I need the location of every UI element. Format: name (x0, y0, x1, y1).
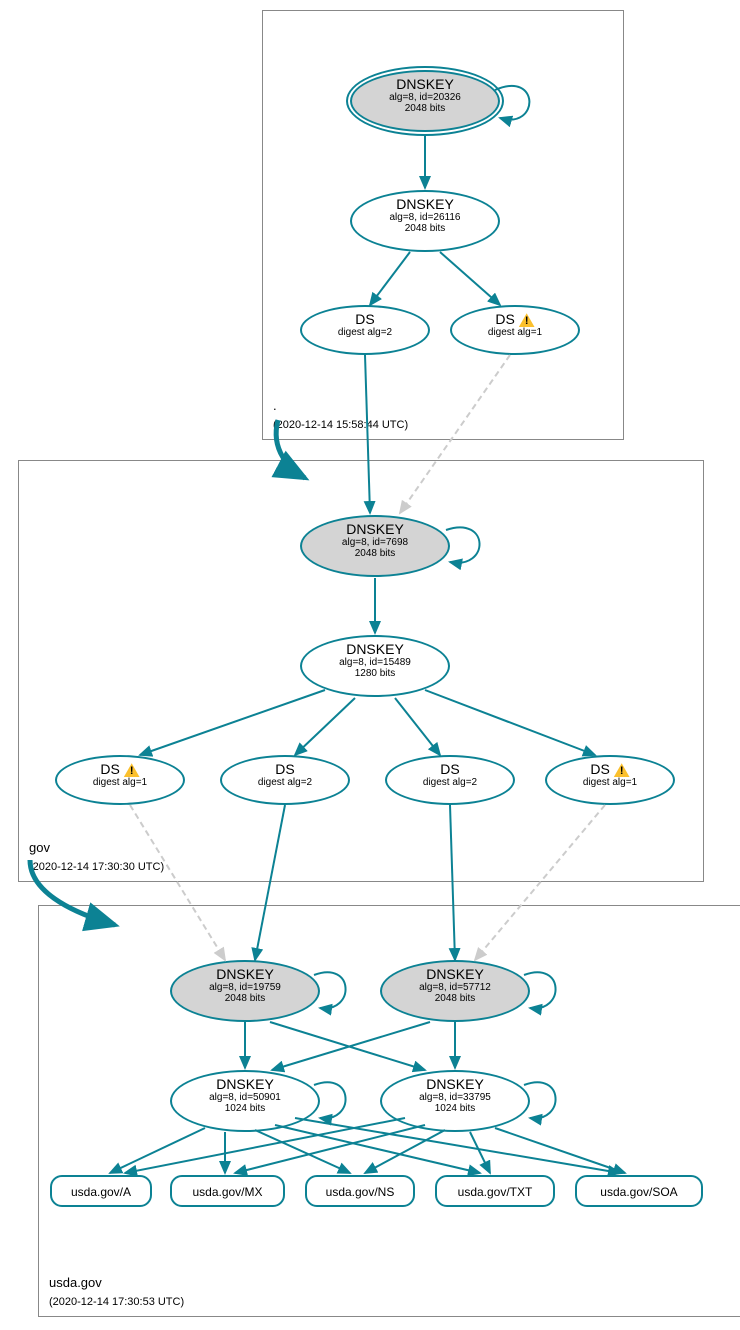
node-title: DS ! (67, 761, 173, 777)
dnskey-node: DNSKEY alg=8, id=26116 2048 bits (350, 190, 500, 252)
node-title: DNSKEY (392, 966, 518, 982)
zone-gov-timestamp: (2020-12-14 17:30:30 UTC) (29, 861, 164, 873)
node-sub: 2048 bits (392, 993, 518, 1004)
node-title: DS ! (557, 761, 663, 777)
zone-root-timestamp: (2020-12-14 15:58:44 UTC) (273, 419, 408, 431)
node-sub: 1024 bits (392, 1103, 518, 1114)
dnskey-node: DNSKEY alg=8, id=50901 1024 bits (170, 1070, 320, 1132)
ds-node-warn: DS ! digest alg=1 (450, 305, 580, 355)
dnskey-node: DNSKEY alg=8, id=19759 2048 bits (170, 960, 320, 1022)
zone-root-label: . (273, 398, 277, 413)
rr-node: usda.gov/NS (305, 1175, 415, 1207)
node-sub: alg=8, id=57712 (392, 982, 518, 993)
dnskey-node: DNSKEY alg=8, id=7698 2048 bits (300, 515, 450, 577)
rr-label: usda.gov/MX (192, 1185, 262, 1199)
node-title: DNSKEY (312, 521, 438, 537)
dnskey-node: DNSKEY alg=8, id=33795 1024 bits (380, 1070, 530, 1132)
dnskey-node: DNSKEY alg=8, id=15489 1280 bits (300, 635, 450, 697)
node-sub: alg=8, id=26116 (362, 212, 488, 223)
dnskey-node: DNSKEY alg=8, id=20326 2048 bits (350, 70, 500, 132)
rr-label: usda.gov/TXT (458, 1185, 533, 1199)
node-title: DS (397, 761, 503, 777)
node-sub: alg=8, id=50901 (182, 1092, 308, 1103)
node-sub: digest alg=1 (462, 327, 568, 338)
node-sub: digest alg=2 (312, 327, 418, 338)
ds-title: DS (590, 761, 609, 777)
rr-node: usda.gov/SOA (575, 1175, 703, 1207)
node-title: DNSKEY (182, 1076, 308, 1092)
rr-label: usda.gov/SOA (600, 1185, 677, 1199)
node-sub: alg=8, id=33795 (392, 1092, 518, 1103)
ds-node: DS digest alg=2 (300, 305, 430, 355)
ds-node-warn: DS ! digest alg=1 (55, 755, 185, 805)
node-sub: alg=8, id=19759 (182, 982, 308, 993)
node-title: DNSKEY (362, 196, 488, 212)
node-sub: alg=8, id=20326 (362, 92, 488, 103)
node-title: DS (232, 761, 338, 777)
node-sub: digest alg=1 (557, 777, 663, 788)
node-title: DS (312, 311, 418, 327)
warning-icon: ! (614, 763, 630, 777)
node-sub: alg=8, id=15489 (312, 657, 438, 668)
rr-node: usda.gov/A (50, 1175, 152, 1207)
node-sub: 1024 bits (182, 1103, 308, 1114)
node-sub: 2048 bits (182, 993, 308, 1004)
node-sub: 2048 bits (312, 548, 438, 559)
zone-usda-label: usda.gov (49, 1275, 102, 1290)
node-sub: 1280 bits (312, 668, 438, 679)
node-sub: alg=8, id=7698 (312, 537, 438, 548)
node-title: DNSKEY (312, 641, 438, 657)
node-title: DNSKEY (362, 76, 488, 92)
ds-title: DS (100, 761, 119, 777)
zone-usda-timestamp: (2020-12-14 17:30:53 UTC) (49, 1296, 184, 1308)
ds-title: DS (495, 311, 514, 327)
ds-node: DS digest alg=2 (385, 755, 515, 805)
warning-icon: ! (519, 313, 535, 327)
node-sub: 2048 bits (362, 223, 488, 234)
rr-label: usda.gov/NS (326, 1185, 395, 1199)
node-sub: digest alg=2 (232, 777, 338, 788)
rr-label: usda.gov/A (71, 1185, 131, 1199)
rr-node: usda.gov/MX (170, 1175, 285, 1207)
zone-gov-label: gov (29, 840, 50, 855)
node-title: DNSKEY (392, 1076, 518, 1092)
node-sub: digest alg=2 (397, 777, 503, 788)
dnskey-node: DNSKEY alg=8, id=57712 2048 bits (380, 960, 530, 1022)
ds-node-warn: DS ! digest alg=1 (545, 755, 675, 805)
node-sub: 2048 bits (362, 103, 488, 114)
ds-node: DS digest alg=2 (220, 755, 350, 805)
node-sub: digest alg=1 (67, 777, 173, 788)
node-title: DNSKEY (182, 966, 308, 982)
node-title: DS ! (462, 311, 568, 327)
rr-node: usda.gov/TXT (435, 1175, 555, 1207)
warning-icon: ! (124, 763, 140, 777)
